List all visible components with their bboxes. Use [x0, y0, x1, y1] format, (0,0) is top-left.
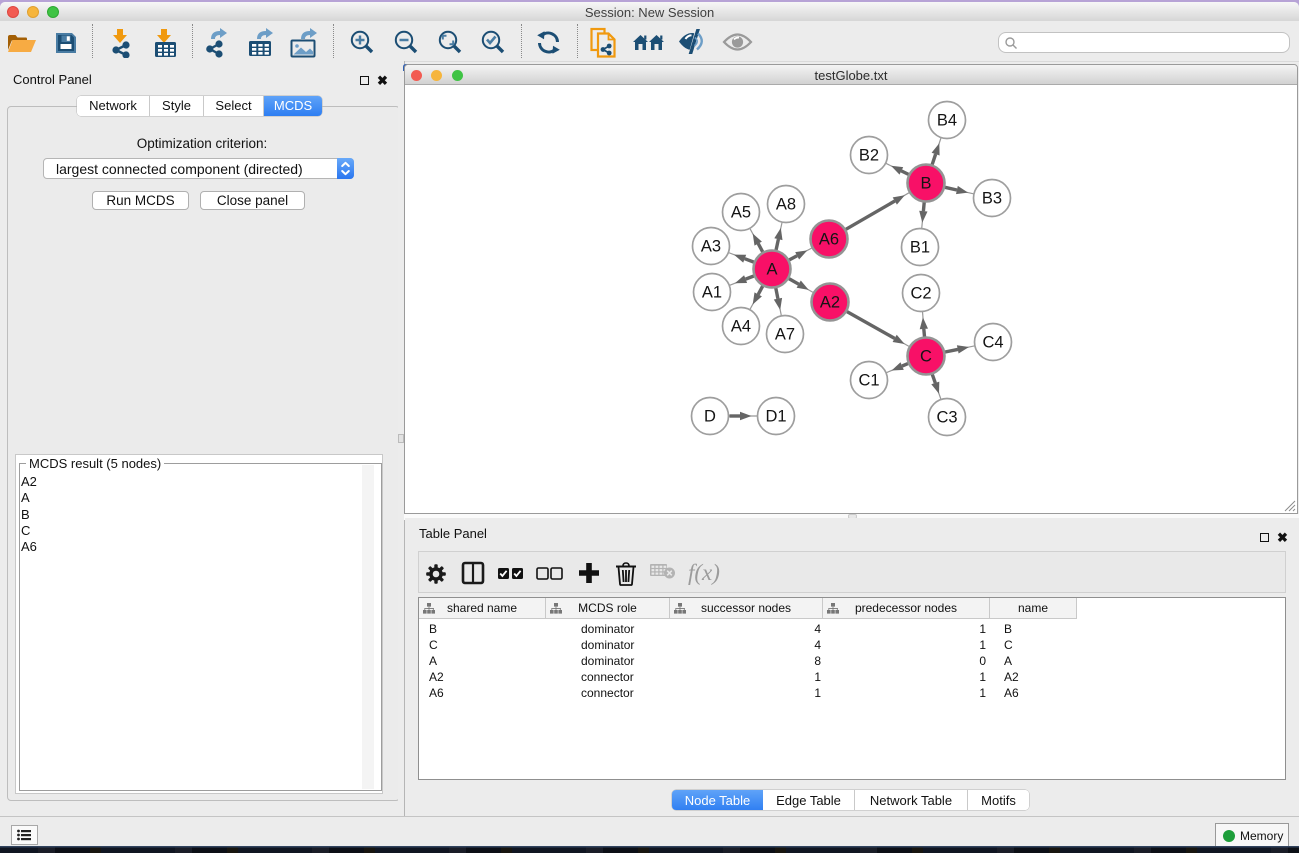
svg-text:D1: D1 [765, 408, 786, 426]
svg-text:A3: A3 [701, 238, 721, 256]
svg-text:C1: C1 [858, 372, 879, 390]
svg-text:A8: A8 [776, 196, 796, 214]
svg-text:B2: B2 [859, 147, 879, 165]
svg-text:C3: C3 [936, 409, 957, 427]
svg-text:C2: C2 [910, 285, 931, 303]
svg-text:B3: B3 [982, 190, 1002, 208]
svg-text:A7: A7 [775, 326, 795, 344]
svg-text:B4: B4 [937, 112, 957, 130]
svg-text:A6: A6 [819, 231, 839, 249]
svg-text:A4: A4 [731, 318, 751, 336]
svg-text:A2: A2 [820, 294, 840, 312]
svg-text:C: C [920, 348, 932, 366]
svg-text:A: A [766, 261, 777, 279]
svg-text:A5: A5 [731, 204, 751, 222]
svg-text:A1: A1 [702, 284, 722, 302]
svg-text:D: D [704, 408, 716, 426]
svg-text:B1: B1 [910, 239, 930, 257]
svg-text:B: B [920, 175, 931, 193]
svg-text:C4: C4 [982, 334, 1003, 352]
